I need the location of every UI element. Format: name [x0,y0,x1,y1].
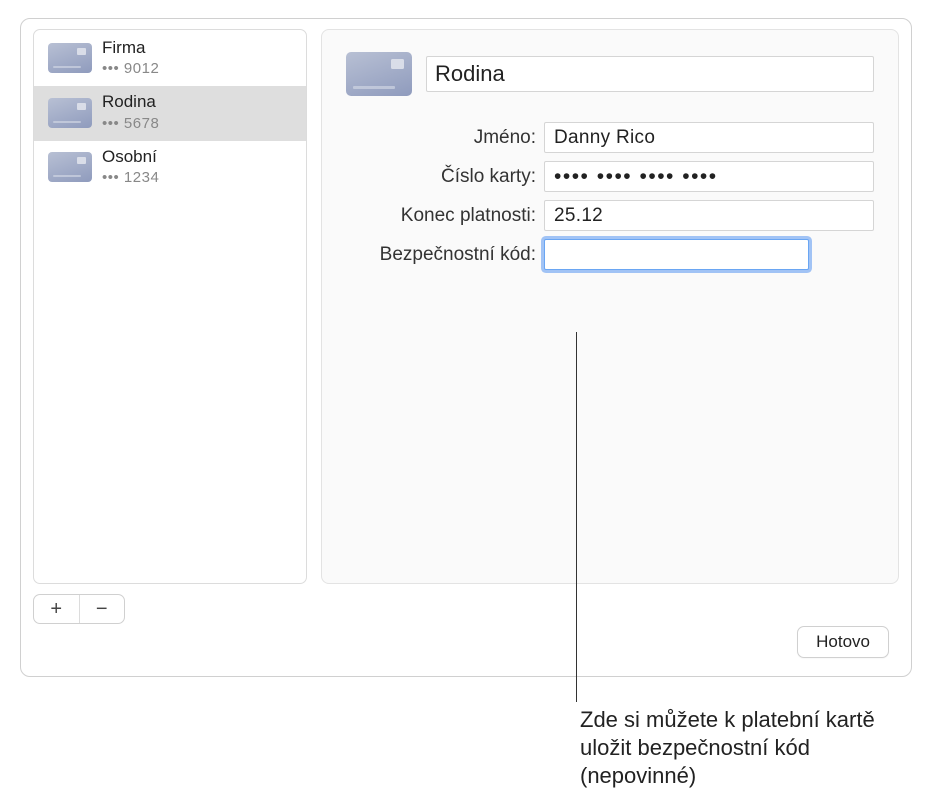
card-icon [48,152,92,182]
card-title-input[interactable] [426,56,874,92]
card-number-field[interactable] [544,161,874,192]
name-field[interactable] [544,122,874,153]
card-icon [48,43,92,73]
credit-cards-window: Firma ••• 9012 Rodina ••• 5678 Osobní ••… [20,18,912,677]
security-code-field[interactable] [544,239,809,270]
card-text: Rodina ••• 5678 [102,92,159,132]
row-name: Jméno: [346,122,874,153]
callout-line [576,332,577,702]
label-card-number: Číslo karty: [346,166,536,188]
cards-list[interactable]: Firma ••• 9012 Rodina ••• 5678 Osobní ••… [33,29,307,584]
done-button[interactable]: Hotovo [797,626,889,658]
add-button[interactable]: + [34,595,79,623]
row-expiry: Konec platnosti: [346,200,874,231]
card-detail-panel: Jméno: Číslo karty: Konec platnosti: Bez… [321,29,899,584]
card-item-firma[interactable]: Firma ••• 9012 [34,32,306,86]
card-text: Osobní ••• 1234 [102,147,159,187]
card-suffix-label: ••• 1234 [102,169,159,187]
label-expiry: Konec platnosti: [346,205,536,227]
label-name: Jméno: [346,127,536,149]
title-row [346,52,874,96]
card-suffix-label: ••• 9012 [102,60,159,78]
card-name-label: Osobní [102,147,159,167]
label-security-code: Bezpečnostní kód: [346,244,536,266]
card-item-rodina[interactable]: Rodina ••• 5678 [34,86,306,140]
card-name-label: Rodina [102,92,159,112]
card-text: Firma ••• 9012 [102,38,159,78]
callout-text: Zde si můžete k platební kartě uložit be… [580,706,900,790]
card-suffix-label: ••• 5678 [102,115,159,133]
credit-card-icon [346,52,412,96]
card-item-osobni[interactable]: Osobní ••• 1234 [34,141,306,195]
card-icon [48,98,92,128]
add-remove-control: + − [33,594,125,624]
expiry-field[interactable] [544,200,874,231]
row-card-number: Číslo karty: [346,161,874,192]
card-name-label: Firma [102,38,159,58]
remove-button[interactable]: − [80,595,125,623]
row-security-code: Bezpečnostní kód: 123 [346,239,874,270]
content-area: Firma ••• 9012 Rodina ••• 5678 Osobní ••… [33,29,899,584]
